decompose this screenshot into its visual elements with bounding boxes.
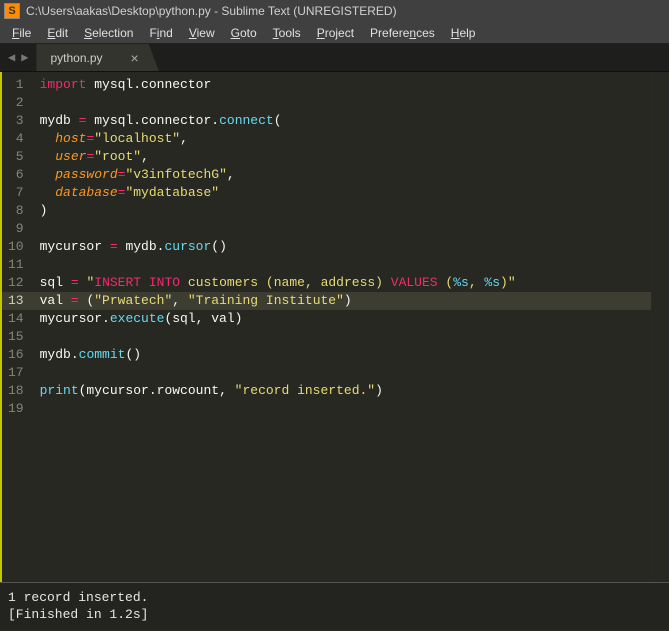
menu-preferences[interactable]: Preferences [362, 24, 443, 42]
tabbar: ◀ ▶ python.py × [0, 44, 669, 72]
tab-label: python.py [50, 51, 102, 65]
tab-close-icon[interactable]: × [131, 50, 145, 66]
tab-nav-forward[interactable]: ▶ [19, 50, 30, 65]
console-line: [Finished in 1.2s] [8, 606, 661, 623]
menubar: File Edit Selection Find View Goto Tools… [0, 22, 669, 44]
menu-view[interactable]: View [181, 24, 223, 42]
menu-tools[interactable]: Tools [265, 24, 309, 42]
menu-project[interactable]: Project [309, 24, 362, 42]
minimap[interactable] [651, 72, 669, 582]
menu-file[interactable]: File [4, 24, 39, 42]
tab-nav-back[interactable]: ◀ [6, 50, 17, 65]
editor[interactable]: 12345678910111213141516171819 import mys… [0, 72, 669, 582]
code-area[interactable]: import mysql.connector mydb = mysql.conn… [32, 72, 651, 582]
tab-nav: ◀ ▶ [0, 44, 36, 71]
window-title: C:\Users\aakas\Desktop\python.py - Subli… [26, 4, 397, 18]
menu-help[interactable]: Help [443, 24, 484, 42]
titlebar: S C:\Users\aakas\Desktop\python.py - Sub… [0, 0, 669, 22]
menu-find[interactable]: Find [141, 24, 180, 42]
menu-goto[interactable]: Goto [223, 24, 265, 42]
console-line: 1 record inserted. [8, 589, 661, 606]
tab-python-py[interactable]: python.py × [36, 44, 158, 71]
menu-selection[interactable]: Selection [76, 24, 141, 42]
gutter: 12345678910111213141516171819 [2, 72, 32, 582]
app-icon: S [4, 3, 20, 19]
menu-edit[interactable]: Edit [39, 24, 76, 42]
build-output: 1 record inserted. [Finished in 1.2s] [0, 582, 669, 629]
